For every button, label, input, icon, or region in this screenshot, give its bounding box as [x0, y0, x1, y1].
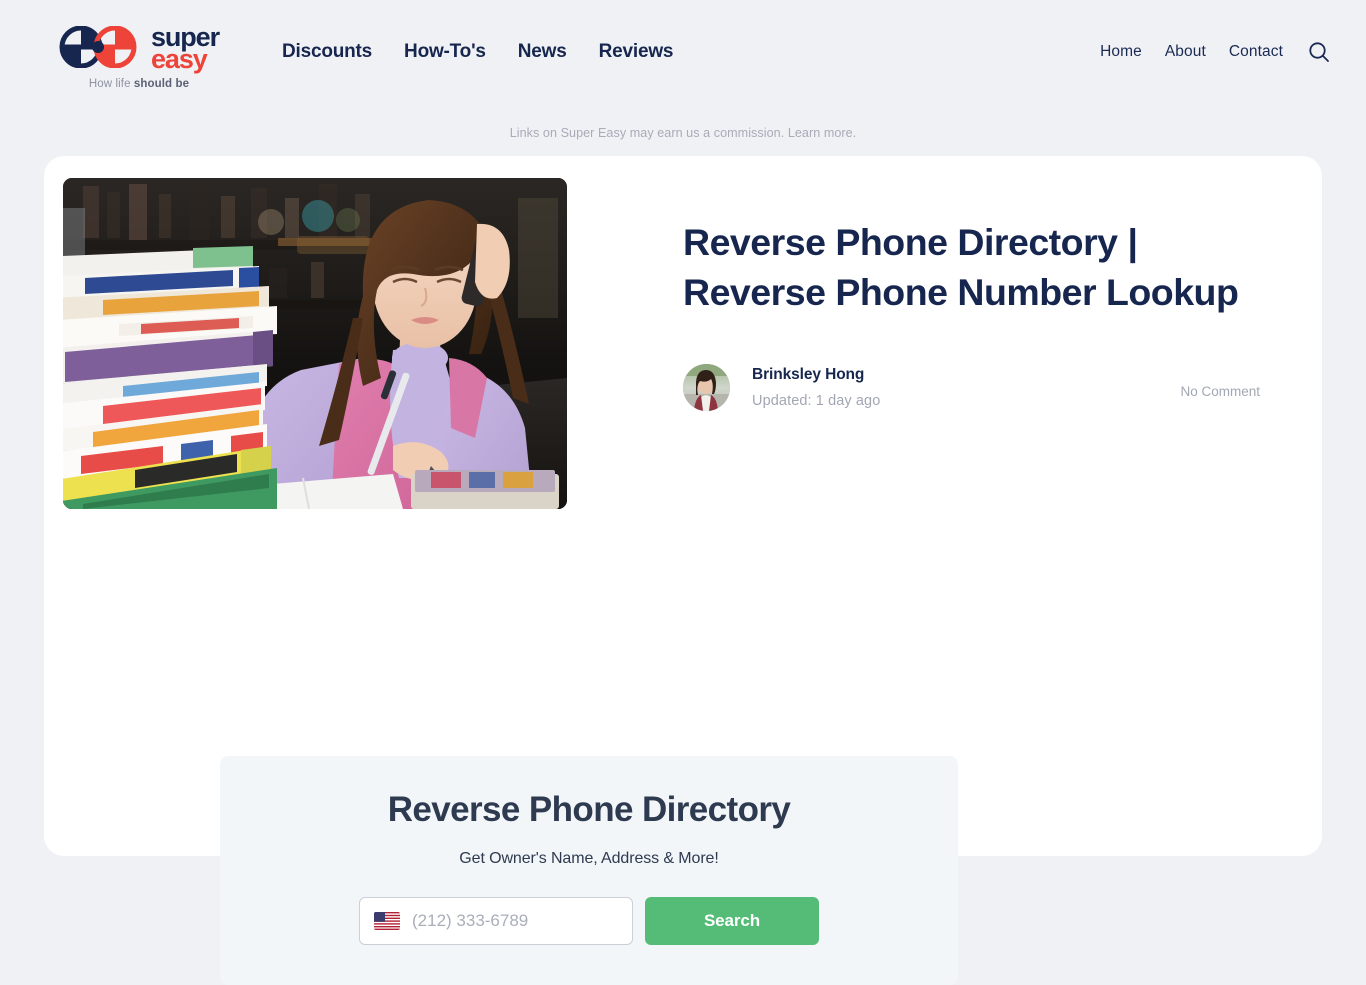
- updated-timestamp: Updated: 1 day ago: [752, 392, 881, 409]
- search-button[interactable]: Search: [645, 897, 819, 945]
- us-flag-icon[interactable]: [374, 912, 400, 930]
- comment-count[interactable]: No Comment: [1180, 376, 1260, 399]
- article-header: Reverse Phone Directory | Reverse Phone …: [44, 156, 1322, 509]
- byline: Brinksley Hong Updated: 1 day ago No Com…: [683, 363, 1300, 411]
- nav-item-home[interactable]: Home: [1100, 43, 1142, 61]
- disclaimer-learn-more-link[interactable]: Learn more.: [788, 126, 856, 140]
- nav-item-news[interactable]: News: [518, 41, 567, 63]
- phone-number-input[interactable]: [412, 911, 618, 931]
- site-header: super easy How life should be Discounts …: [0, 0, 1366, 112]
- tagline-prefix: How life: [88, 78, 134, 91]
- logo-word-easy: easy: [150, 44, 208, 75]
- reverse-phone-lookup-widget: Reverse Phone Directory Get Owner's Name…: [220, 756, 958, 985]
- nav-item-reviews[interactable]: Reviews: [599, 41, 674, 63]
- nav-item-how-tos[interactable]: How-To's: [404, 41, 486, 63]
- search-icon[interactable]: [1306, 39, 1332, 65]
- article-card: Reverse Phone Directory | Reverse Phone …: [44, 156, 1322, 985]
- article-meta: Reverse Phone Directory | Reverse Phone …: [567, 178, 1300, 509]
- logo-wordmark: super easy: [150, 23, 220, 75]
- author-name[interactable]: Brinksley Hong: [752, 366, 864, 383]
- primary-navigation: Discounts How-To's News Reviews: [282, 0, 673, 112]
- nav-item-contact[interactable]: Contact: [1229, 43, 1283, 61]
- affiliate-disclaimer: Links on Super Easy may earn us a commis…: [0, 112, 1366, 140]
- logo-row: super easy: [59, 23, 220, 75]
- phone-field[interactable]: [359, 897, 633, 945]
- nav-item-discounts[interactable]: Discounts: [282, 41, 372, 63]
- superasy-double-e-logo-icon: [59, 26, 141, 69]
- widget-subtitle: Get Owner's Name, Address & More!: [459, 850, 719, 867]
- article-hero-image: [63, 178, 567, 509]
- page-title: Reverse Phone Directory | Reverse Phone …: [683, 221, 1239, 313]
- byline-text: Brinksley Hong Updated: 1 day ago: [752, 366, 880, 409]
- site-logo[interactable]: super easy How life should be: [44, 0, 234, 90]
- disclaimer-text: Links on Super Easy may earn us a commis…: [509, 126, 785, 140]
- avatar: [683, 363, 730, 411]
- tagline-bold: should be: [133, 78, 190, 91]
- utility-navigation: Home About Contact: [1100, 0, 1332, 112]
- nav-item-about[interactable]: About: [1165, 43, 1206, 61]
- widget-title: Reverse Phone Directory: [387, 790, 791, 829]
- logo-tagline: How life should be: [89, 78, 189, 90]
- lookup-form: Search: [220, 897, 958, 945]
